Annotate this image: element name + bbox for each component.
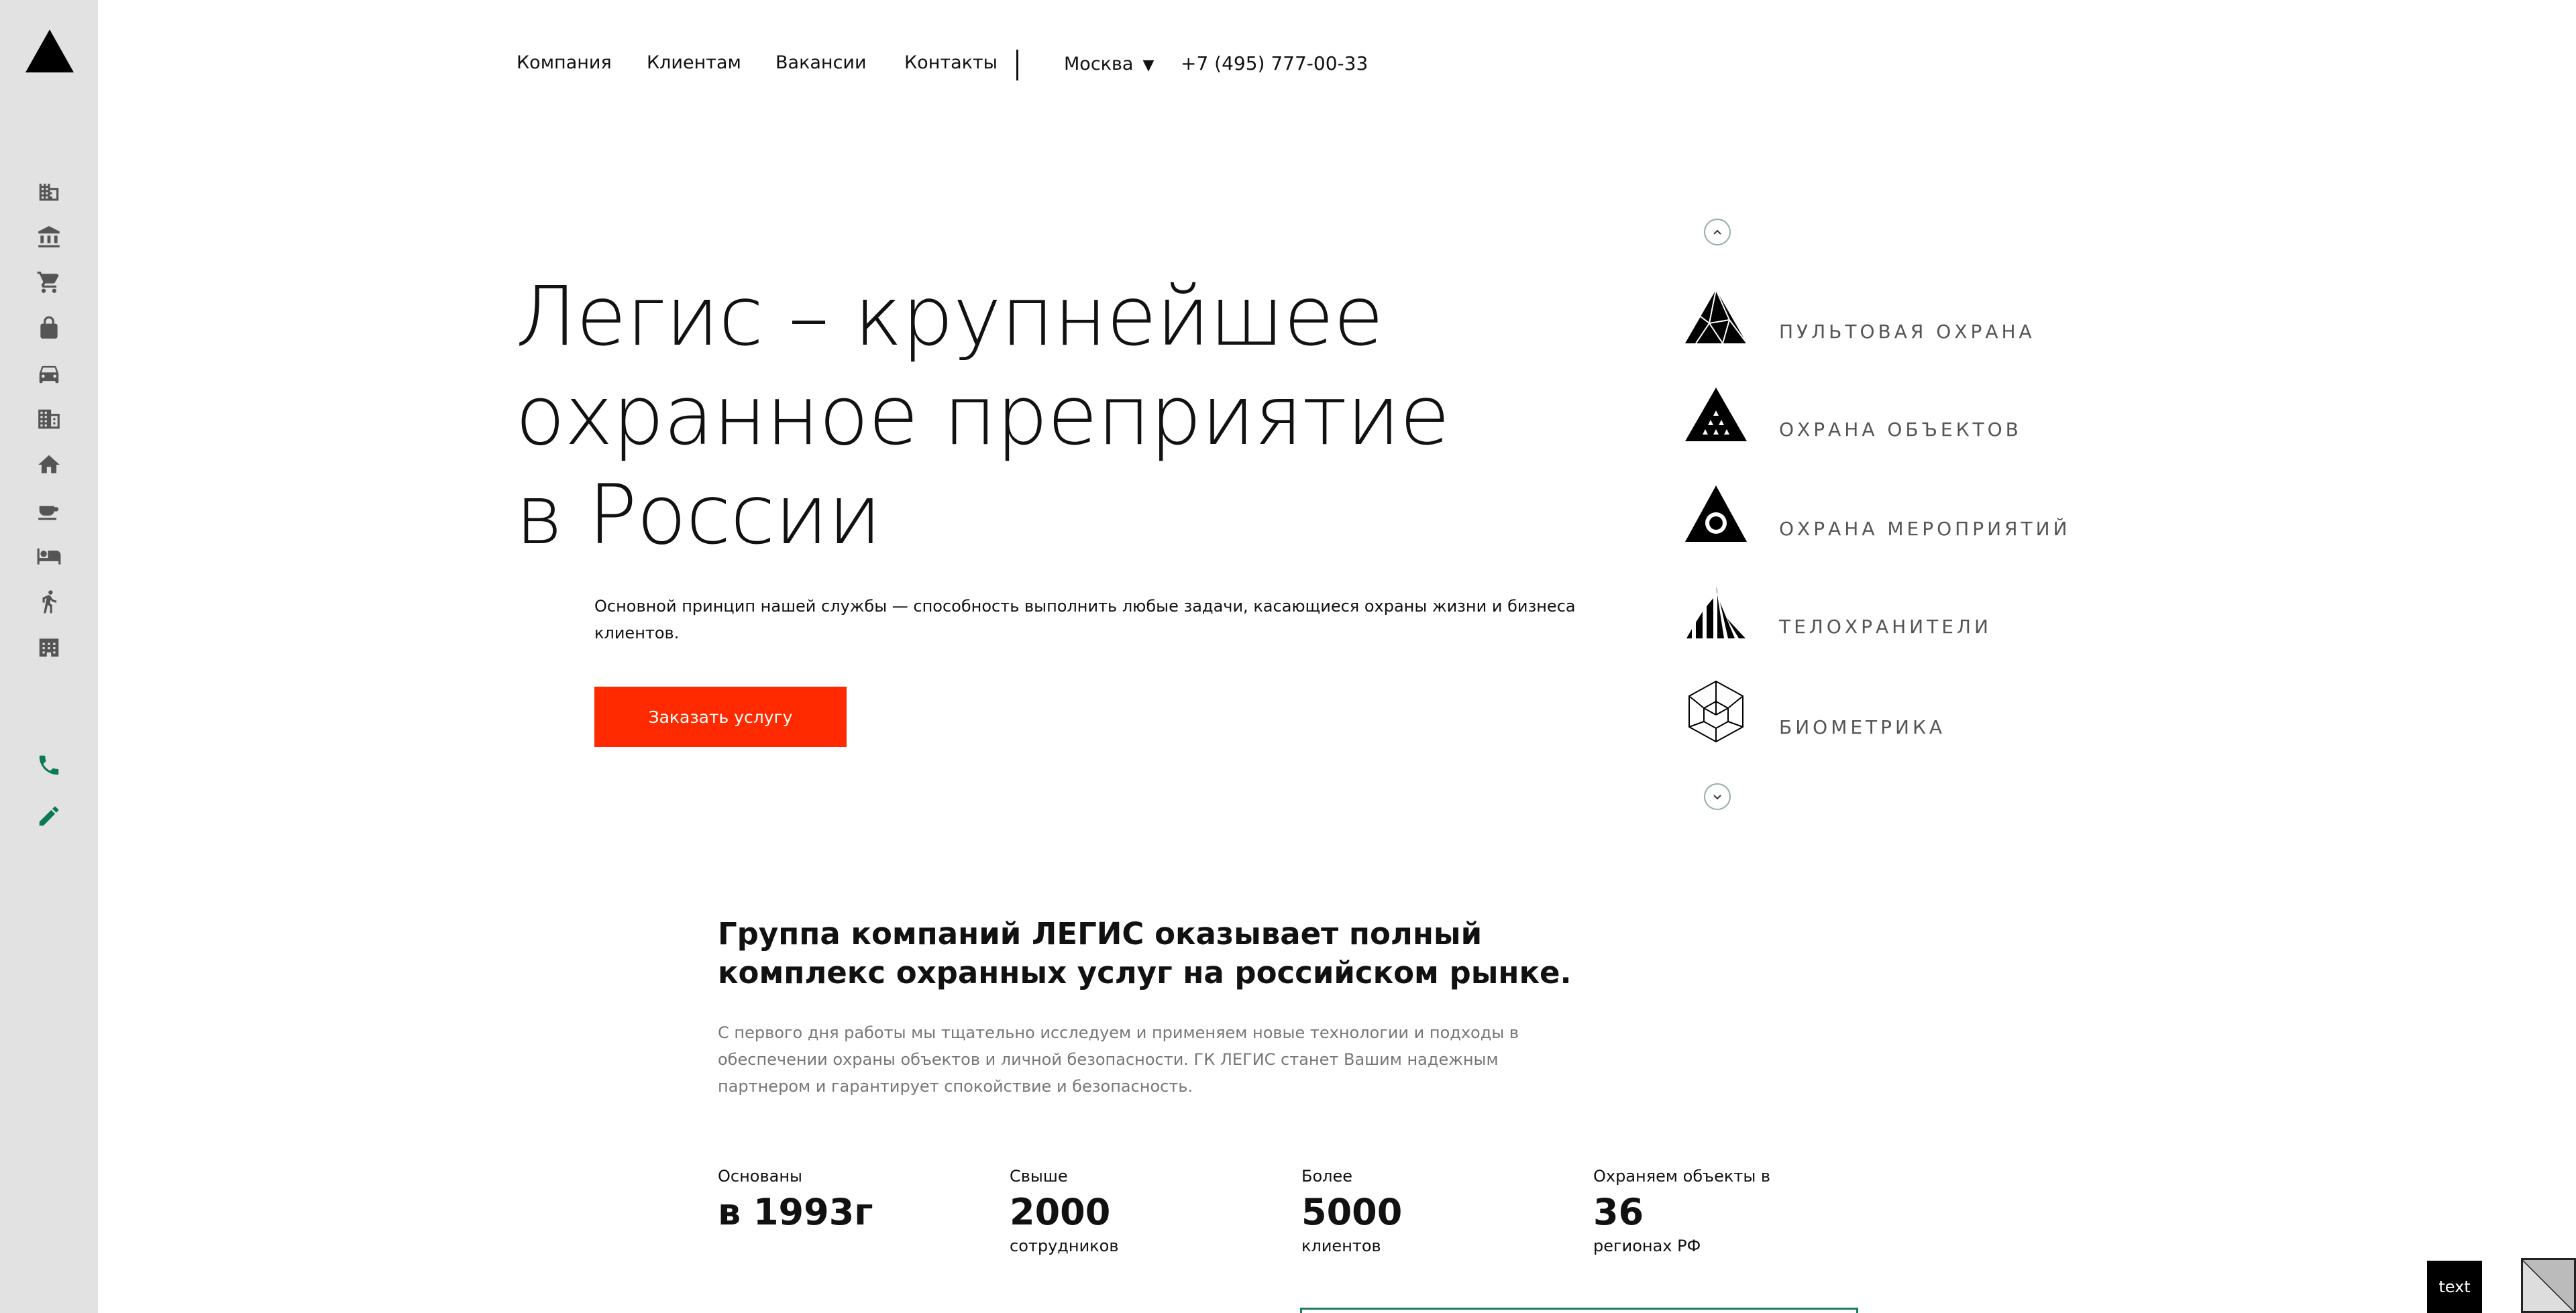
service-event-security[interactable]: ОХРАНА МЕРОПРИЯТИЙ — [1682, 480, 2152, 547]
service-label: ПУЛЬТОВАЯ ОХРАНА — [1779, 321, 2035, 343]
shopping-cart-icon[interactable] — [34, 267, 64, 298]
diagonal-corner-icon — [2523, 1260, 2574, 1311]
stat-label: Основаны — [718, 1167, 802, 1186]
nav-divider — [1016, 50, 1018, 80]
service-remote-security[interactable]: ПУЛЬТОВАЯ ОХРАНА — [1682, 283, 2152, 350]
sidebar — [0, 0, 98, 1313]
caret-down-icon: ▼ — [1142, 57, 1155, 74]
stat-value: 2000 — [1010, 1191, 1111, 1233]
chevron-up-icon — [1713, 229, 1721, 235]
stat-unit: клиентов — [1301, 1237, 1381, 1255]
service-label: БИОМЕТРИКА — [1779, 716, 1946, 738]
services-scroll-down-button[interactable] — [1704, 783, 1731, 810]
nav-link-clients[interactable]: Клиентам — [647, 52, 741, 73]
service-label: ОХРАНА МЕРОПРИЯТИЙ — [1779, 518, 2071, 540]
stat-value: 5000 — [1301, 1191, 1403, 1233]
triangle-dots-icon — [1685, 388, 1747, 441]
running-person-icon[interactable] — [34, 586, 64, 617]
coffee-cup-icon[interactable] — [34, 495, 64, 526]
nav-link-contacts[interactable]: Контакты — [904, 52, 998, 73]
header-phone[interactable]: +7 (495) 777-00-33 — [1181, 52, 1368, 74]
phone-icon[interactable] — [34, 750, 64, 781]
about-text: С первого дня работы мы тщательно исслед… — [718, 1023, 1519, 1096]
stat-label: Охраняем объекты в — [1593, 1167, 1771, 1186]
order-service-button[interactable]: Заказать услугу — [594, 687, 847, 747]
cube-outline-icon — [1688, 680, 1743, 743]
lock-icon[interactable] — [34, 312, 64, 343]
stat-value: в 1993г — [718, 1191, 873, 1233]
about-title: Группа компаний ЛЕГИС оказывает полный к… — [718, 916, 1572, 990]
text-badge[interactable]: text — [2427, 1261, 2482, 1313]
hero-subtitle: Основной принцип нашей службы — способно… — [594, 597, 1576, 642]
bank-icon[interactable] — [34, 221, 64, 252]
nav-link-vacancies[interactable]: Вакансии — [775, 52, 867, 73]
service-label: ТЕЛОХРАНИТЕЛИ — [1779, 616, 1992, 638]
triangle-stripes-icon — [1686, 586, 1746, 638]
logo-triangle-icon[interactable] — [25, 30, 74, 72]
office-building-icon[interactable] — [34, 176, 64, 207]
green-outline-box — [1300, 1308, 1858, 1313]
stat-employees: Свыше 2000 сотрудников — [1010, 1167, 1291, 1255]
nav-link-company[interactable]: Компания — [517, 52, 612, 73]
city-selector[interactable]: Москва ▼ — [1064, 54, 1154, 74]
hotel-bed-icon[interactable] — [34, 540, 64, 571]
stat-unit: сотрудников — [1010, 1237, 1119, 1255]
service-biometrics[interactable]: БИОМЕТРИКА — [1682, 679, 2152, 746]
apartment-building-icon[interactable] — [34, 404, 64, 435]
stat-label: Свыше — [1010, 1167, 1068, 1186]
triangle-eye-icon — [1685, 486, 1747, 542]
home-icon[interactable] — [34, 449, 64, 480]
services-scroll-up-button[interactable] — [1704, 219, 1731, 245]
stat-unit: регионах РФ — [1593, 1237, 1701, 1255]
business-center-icon[interactable] — [34, 632, 64, 663]
service-label: ОХРАНА ОБЪЕКТОВ — [1779, 418, 2022, 441]
triangle-network-icon — [1685, 289, 1748, 344]
hero-title: Легис – крупнейшее охранное преприятие в… — [515, 269, 1450, 563]
stat-regions: Охраняем объекты в 36 регионах РФ — [1593, 1167, 1875, 1255]
stat-clients: Более 5000 клиентов — [1301, 1167, 1583, 1255]
city-selector-label: Москва — [1064, 54, 1134, 74]
corner-widget[interactable] — [2521, 1258, 2576, 1313]
pencil-icon[interactable] — [34, 801, 64, 832]
service-object-security[interactable]: ОХРАНА ОБЪЕКТОВ — [1682, 381, 2152, 448]
stat-label: Более — [1301, 1167, 1353, 1186]
stat-value: 36 — [1593, 1191, 1644, 1233]
car-icon[interactable] — [34, 358, 64, 389]
stat-founded: Основаны в 1993г — [718, 1167, 1000, 1237]
chevron-down-icon — [1713, 795, 1721, 800]
service-bodyguards[interactable]: ТЕЛОХРАНИТЕЛИ — [1682, 578, 2152, 645]
